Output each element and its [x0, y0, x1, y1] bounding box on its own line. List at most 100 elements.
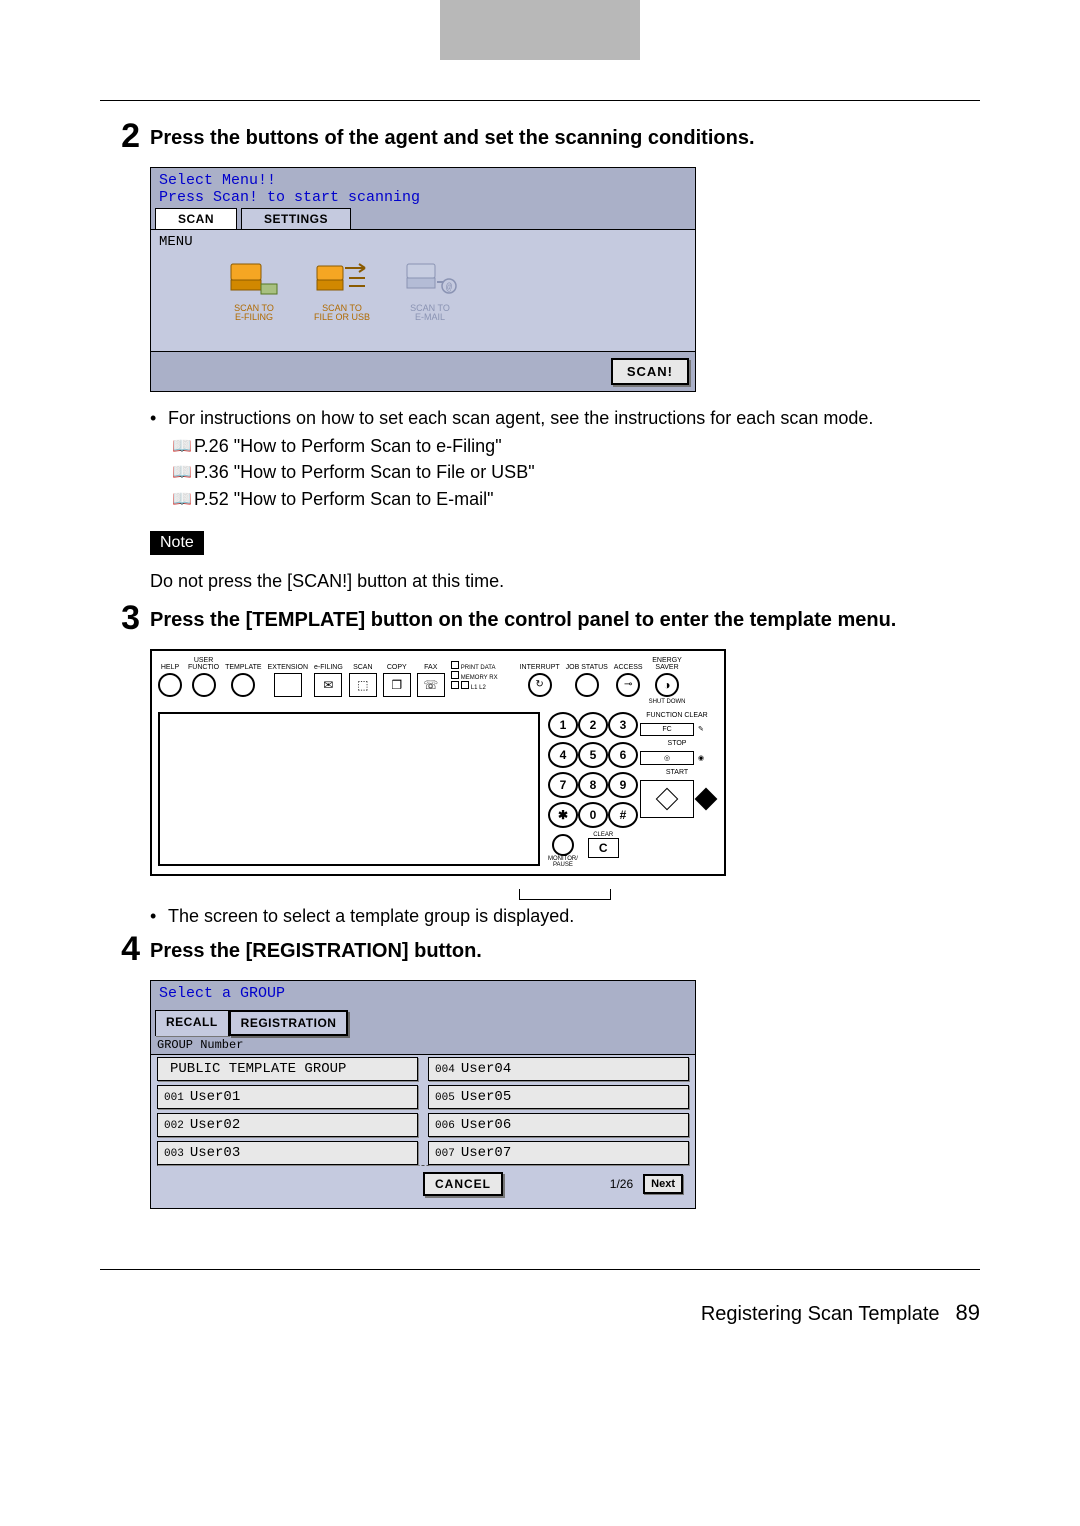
agent-fileusb-label: SCAN TO FILE OR USB: [307, 304, 377, 323]
cp-template-label: TEMPLATE: [225, 657, 261, 671]
group-number-label: GROUP Number: [151, 1036, 695, 1054]
copy-button[interactable]: ❐: [383, 673, 411, 697]
group-006[interactable]: 006User06: [428, 1113, 689, 1137]
ref-p52: 📖 P.52 "How to Perform Scan to E-mail": [172, 487, 980, 511]
numeric-keypad: 1 2 3 4 5 6 7 8 9 ✱ 0 #: [548, 712, 634, 828]
clear-button[interactable]: C: [588, 838, 619, 858]
diamond-icon: [656, 787, 679, 810]
step3-bullet-text: The screen to select a template group is…: [168, 904, 574, 928]
scanner-file-icon: [313, 260, 371, 300]
pen-icon: ✎: [698, 725, 704, 733]
lcd-display[interactable]: [158, 712, 540, 866]
step-4-number: 4: [100, 932, 140, 966]
key-9[interactable]: 9: [608, 772, 638, 798]
agent-email-label: SCAN TO E-MAIL: [395, 304, 465, 323]
cp-userfn-label: USER FUNCTIO: [188, 657, 219, 671]
note-text: Do not press the [SCAN!] button at this …: [150, 569, 980, 593]
scan-screen-subtitle: Press Scan! to start scanning: [159, 189, 687, 206]
group-004[interactable]: 004User04: [428, 1057, 689, 1081]
agent-efiling-label: SCAN TO E-FILING: [219, 304, 289, 323]
cancel-button[interactable]: CANCEL: [423, 1172, 503, 1196]
group-public[interactable]: PUBLIC TEMPLATE GROUP: [157, 1057, 418, 1081]
control-panel-diagram: HELP USER FUNCTIO TEMPLATE EXTENSION e-F…: [150, 649, 726, 875]
user-function-button[interactable]: [192, 673, 216, 697]
group-list: PUBLIC TEMPLATE GROUP 004User04 001User0…: [157, 1057, 689, 1165]
cp-shutdown-label: SHUT DOWN: [649, 699, 686, 705]
cp-jobstatus-label: JOB STATUS: [566, 657, 608, 671]
scan-mode-button[interactable]: ⬚: [349, 673, 377, 697]
step-2-number: 2: [100, 119, 140, 153]
step-4-heading: 4 Press the [REGISTRATION] button.: [100, 932, 980, 966]
stop-icon: ◉: [698, 754, 704, 762]
cp-fax-label: FAX: [417, 657, 445, 671]
key-3[interactable]: 3: [608, 712, 638, 738]
group-003[interactable]: 003User03: [157, 1141, 418, 1165]
access-button[interactable]: ⊸: [616, 673, 640, 697]
scan-button[interactable]: SCAN!: [611, 358, 689, 385]
key-hash[interactable]: #: [608, 802, 638, 828]
interrupt-button[interactable]: ↻: [528, 673, 552, 697]
agent-scan-to-efiling[interactable]: SCAN TO E-FILING: [219, 260, 289, 323]
group-005[interactable]: 005User05: [428, 1085, 689, 1109]
fax-button[interactable]: ☏: [417, 673, 445, 697]
stop-button[interactable]: ◎: [640, 751, 694, 765]
tab-scan[interactable]: SCAN: [155, 208, 237, 229]
cp-efiling-label: e-FILING: [314, 657, 343, 671]
step-4-title: Press the [REGISTRATION] button.: [150, 932, 482, 965]
step3-bullet: • The screen to select a template group …: [150, 904, 980, 928]
function-clear-button[interactable]: FC: [640, 723, 694, 736]
key-7[interactable]: 7: [548, 772, 578, 798]
ref-p26-text: P.26 "How to Perform Scan to e-Filing": [194, 434, 502, 458]
step-3-heading: 3 Press the [TEMPLATE] button on the con…: [100, 601, 980, 635]
cp-monitor-label: MONITOR/ PAUSE: [548, 856, 578, 868]
key-4[interactable]: 4: [548, 742, 578, 768]
group-002[interactable]: 002User02: [157, 1113, 418, 1137]
group-screen-title: Select a GROUP: [159, 985, 687, 1002]
help-button[interactable]: [158, 673, 182, 697]
book-icon: 📖: [172, 460, 194, 484]
tab-recall[interactable]: RECALL: [155, 1010, 229, 1036]
step-3-title: Press the [TEMPLATE] button on the contr…: [150, 601, 896, 634]
extension-button[interactable]: [274, 673, 302, 697]
step-3-number: 3: [100, 601, 140, 635]
tab-registration[interactable]: REGISTRATION: [229, 1010, 349, 1036]
note-badge: Note: [150, 531, 204, 555]
energy-saver-button[interactable]: ◑: [655, 673, 679, 697]
agent-scan-to-email[interactable]: @ SCAN TO E-MAIL: [395, 260, 465, 323]
key-8[interactable]: 8: [578, 772, 608, 798]
cp-help-label: HELP: [158, 657, 182, 671]
group-001[interactable]: 001User01: [157, 1085, 418, 1109]
footer-page-number: 89: [956, 1300, 980, 1326]
agent-scan-to-file-usb[interactable]: SCAN TO FILE OR USB: [307, 260, 377, 323]
panel-bottom-notch: [519, 889, 611, 900]
monitor-pause-button[interactable]: [552, 834, 574, 856]
key-0[interactable]: 0: [578, 802, 608, 828]
cp-interrupt-label: INTERRUPT: [520, 657, 560, 671]
ref-p26: 📖 P.26 "How to Perform Scan to e-Filing": [172, 434, 980, 458]
ref-p36-text: P.36 "How to Perform Scan to File or USB…: [194, 460, 535, 484]
menu-label: MENU: [159, 234, 687, 250]
key-star[interactable]: ✱: [548, 802, 578, 828]
efiling-button[interactable]: ✉: [314, 673, 342, 697]
top-rule: [100, 100, 980, 101]
job-status-button[interactable]: [575, 673, 599, 697]
diamond-icon: [695, 787, 718, 810]
template-button[interactable]: [231, 673, 255, 697]
header-tab-stub: [0, 0, 1080, 60]
key-1[interactable]: 1: [548, 712, 578, 738]
start-button[interactable]: [640, 780, 694, 818]
scan-menu-screen: Select Menu!! Press Scan! to start scann…: [150, 167, 696, 392]
key-6[interactable]: 6: [608, 742, 638, 768]
scanner-email-icon: @: [401, 260, 459, 300]
key-2[interactable]: 2: [578, 712, 608, 738]
cp-fc-label: FUNCTION CLEAR: [640, 712, 714, 719]
step-2-heading: 2 Press the buttons of the agent and set…: [100, 119, 980, 153]
group-007[interactable]: 007User07: [428, 1141, 689, 1165]
tab-settings[interactable]: SETTINGS: [241, 208, 351, 229]
cp-stop-label: STOP: [640, 740, 714, 747]
step2-bullet-text: For instructions on how to set each scan…: [168, 406, 873, 430]
page-indicator: 1/26: [610, 1177, 633, 1191]
key-5[interactable]: 5: [578, 742, 608, 768]
next-button[interactable]: Next: [643, 1174, 683, 1194]
group-select-screen: Select a GROUP RECALL REGISTRATION GROUP…: [150, 980, 696, 1209]
